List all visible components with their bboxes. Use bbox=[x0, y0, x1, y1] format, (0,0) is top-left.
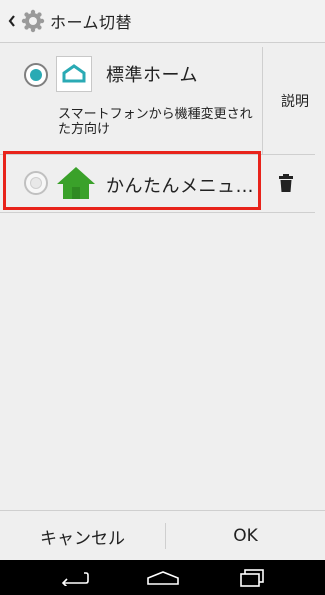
option-description: スマートフォンから機種変更された方向け bbox=[58, 107, 253, 137]
explain-button[interactable]: 説明 bbox=[270, 91, 320, 111]
back-arrow-icon[interactable] bbox=[45, 560, 105, 595]
cancel-button[interactable]: キャンセル bbox=[0, 511, 165, 561]
navigation-bar bbox=[0, 560, 325, 595]
trash-icon[interactable] bbox=[278, 174, 294, 192]
home-icon[interactable] bbox=[133, 560, 193, 595]
list-item-standard-home[interactable]: 標準ホーム スマートフォンから機種変更された方向け 説明 bbox=[0, 47, 325, 154]
action-bar: ホーム切替 bbox=[0, 0, 325, 43]
dialog-footer: キャンセル OK bbox=[0, 510, 325, 561]
chevron-left-icon[interactable] bbox=[6, 15, 18, 27]
option-label: 標準ホーム bbox=[106, 65, 198, 86]
selection-highlight bbox=[3, 151, 261, 210]
divider bbox=[0, 212, 315, 213]
recent-apps-icon[interactable] bbox=[222, 560, 282, 595]
page-title: ホーム切替 bbox=[50, 13, 133, 32]
gear-icon bbox=[20, 8, 46, 34]
radio-standard-home[interactable] bbox=[24, 63, 48, 87]
home-outline-icon bbox=[56, 56, 92, 92]
ok-button[interactable]: OK bbox=[166, 511, 325, 561]
vertical-divider bbox=[262, 47, 263, 154]
